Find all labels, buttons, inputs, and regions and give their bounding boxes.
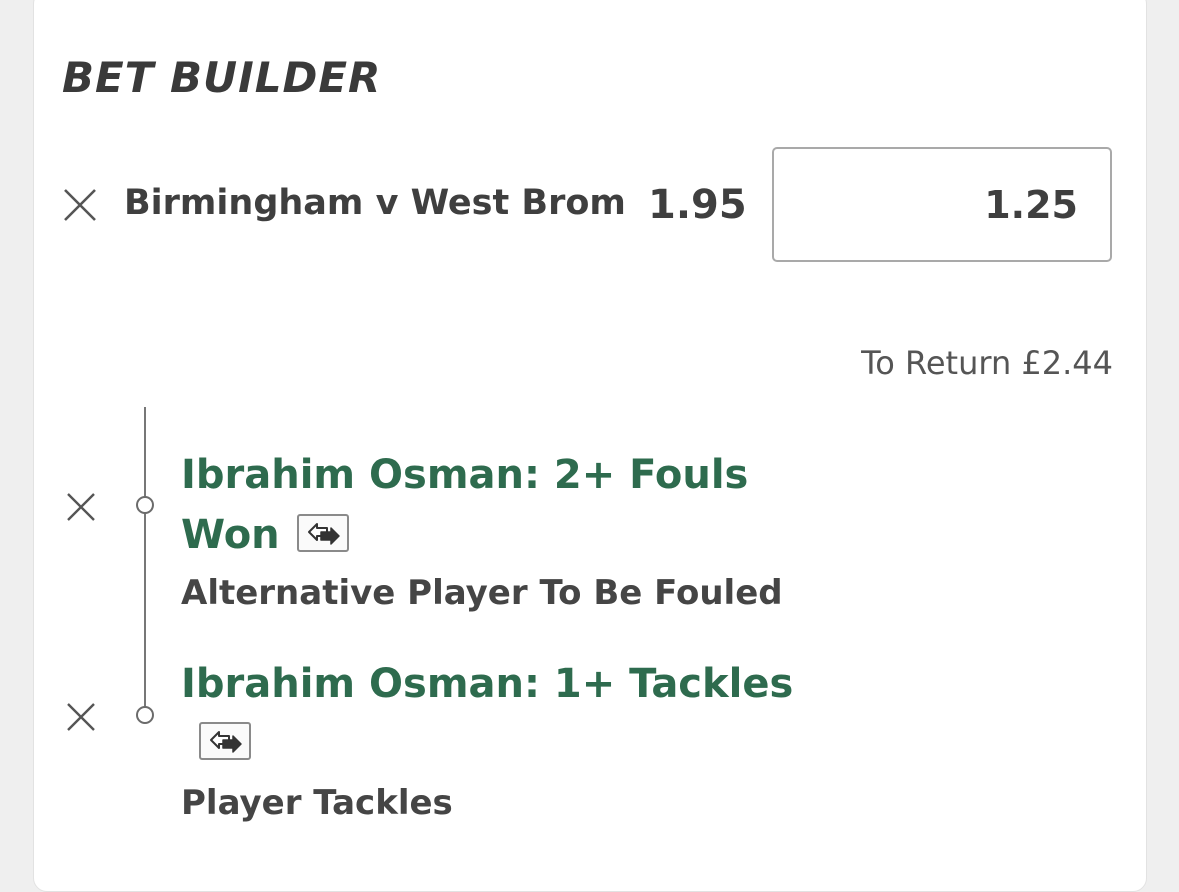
stake-input[interactable] (772, 147, 1112, 262)
timeline-node (136, 496, 154, 514)
page-title: BET BUILDER (62, 53, 382, 102)
swap-player-icon[interactable] (199, 722, 251, 760)
leg-market: Alternative Player To Be Fouled (181, 573, 783, 613)
remove-leg-close-icon[interactable] (66, 702, 96, 732)
swap-player-icon[interactable] (297, 514, 349, 552)
leg-selection-line1: Ibrahim Osman: 2+ Fouls (181, 452, 749, 498)
leg-selection-title: Ibrahim Osman: 2+ Fouls (181, 445, 801, 505)
leg-selection-line2: Won (181, 512, 280, 558)
remove-bet-close-icon[interactable] (62, 187, 98, 223)
bet-odds: 1.95 (648, 182, 747, 228)
remove-leg-close-icon[interactable] (66, 492, 96, 522)
timeline-line (144, 407, 146, 715)
leg-market: Player Tackles (181, 783, 453, 823)
timeline-node (136, 706, 154, 724)
leg-selection-title: Ibrahim Osman: 1+ Tackles (181, 661, 794, 707)
event-name: Birmingham v West Brom (124, 183, 626, 223)
to-return-text: To Return £2.44 (861, 344, 1113, 382)
